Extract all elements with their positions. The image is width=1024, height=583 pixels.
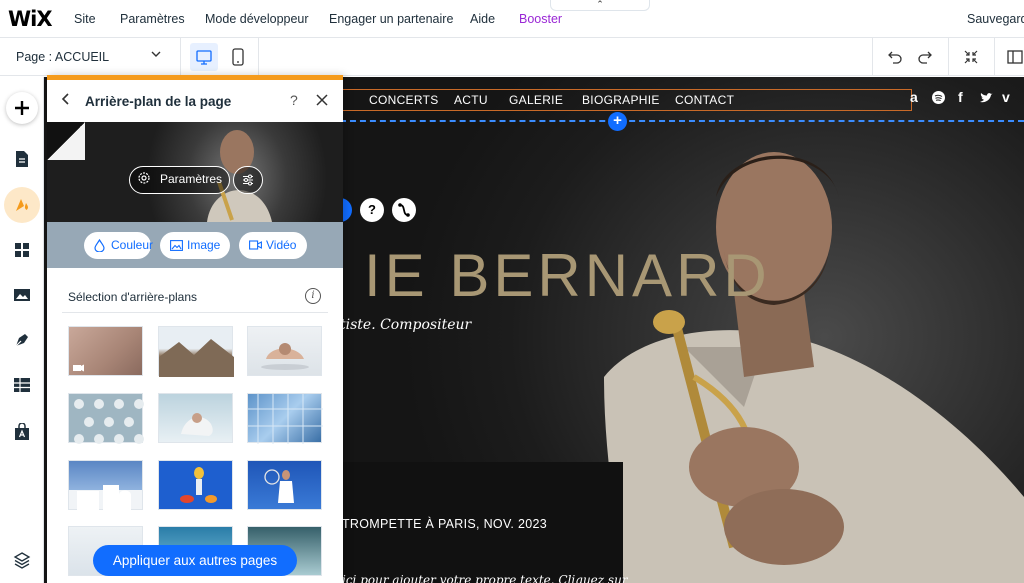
back-icon[interactable]	[59, 91, 73, 112]
apps-grid-icon	[15, 243, 29, 257]
image-button[interactable]: Image	[160, 232, 230, 259]
redo-icon[interactable]	[916, 48, 934, 71]
media-button[interactable]	[4, 277, 40, 313]
divider	[258, 38, 259, 76]
page-selector[interactable]: Page : ACCUEIL	[16, 50, 109, 64]
drop-icon	[94, 232, 105, 262]
add-section-button[interactable]: +	[608, 112, 627, 131]
editor-toolbar: Page : ACCUEIL	[0, 38, 1024, 76]
nav-actu[interactable]: ACTU	[454, 93, 488, 107]
divider	[872, 38, 873, 76]
section-selection-line	[340, 120, 1024, 122]
chevron-up-icon: ⌃	[596, 0, 604, 9]
background-thumbnail[interactable]	[68, 393, 144, 444]
video-label: Vidéo	[266, 238, 297, 252]
pages-button[interactable]	[4, 141, 40, 177]
gear-icon	[137, 171, 151, 188]
chevron-down-icon[interactable]	[150, 48, 162, 63]
table-icon	[14, 378, 30, 392]
background-thumbnail[interactable]	[247, 460, 322, 510]
background-thumbnail[interactable]	[247, 393, 323, 444]
menu-help[interactable]: Aide	[470, 12, 495, 26]
section-title: Sélection d'arrière-plans	[68, 290, 198, 304]
event-text[interactable]: TROMPETTE À PARIS, NOV. 2023	[342, 517, 547, 531]
panel-header: Arrière-plan de la page ?	[47, 80, 343, 122]
bag-icon	[15, 423, 29, 440]
layers-button[interactable]	[4, 542, 40, 578]
background-thumbnail[interactable]	[158, 393, 233, 443]
background-thumbnail[interactable]	[68, 326, 143, 376]
divider	[994, 38, 995, 76]
video-button[interactable]: Vidéo	[239, 232, 307, 259]
mobile-view-button[interactable]	[228, 43, 248, 71]
body-text[interactable]: ici pour ajouter votre propre texte. Cli…	[342, 573, 628, 583]
add-elements-button[interactable]	[6, 92, 38, 124]
vimeo-icon[interactable]: v	[1002, 89, 1010, 105]
left-tool-rail	[0, 77, 44, 583]
collapse-topbar-toggle[interactable]: ⌃	[550, 0, 650, 11]
plus-icon: +	[613, 112, 622, 129]
help-icon[interactable]: ?	[360, 198, 384, 222]
desktop-icon	[196, 50, 212, 65]
sliders-icon	[243, 174, 253, 186]
nav-biographie[interactable]: BIOGRAPHIE	[582, 93, 660, 107]
page-background-panel: Arrière-plan de la page ? Paramètres Cou…	[47, 75, 343, 583]
apply-to-other-pages-button[interactable]: Appliquer aux autres pages	[93, 545, 297, 576]
adjust-settings-button[interactable]	[233, 166, 263, 194]
nav-galerie[interactable]: GALERIE	[509, 93, 563, 107]
background-thumbnail[interactable]	[68, 460, 143, 511]
animation-icon[interactable]	[392, 198, 416, 222]
plus-icon	[15, 101, 29, 115]
desktop-view-button[interactable]	[190, 43, 218, 71]
menu-hire-partner[interactable]: Engager un partenaire	[329, 12, 453, 26]
top-menu-bar: WiX Site Paramètres Mode développeur Eng…	[0, 0, 1024, 38]
background-button[interactable]	[4, 187, 40, 223]
image-icon	[170, 232, 183, 261]
layers-icon	[13, 552, 31, 569]
pen-nib-icon	[15, 334, 28, 347]
background-icon	[16, 199, 28, 211]
cms-button[interactable]	[4, 367, 40, 403]
help-icon[interactable]: ?	[290, 92, 298, 108]
color-label: Couleur	[111, 238, 154, 252]
background-thumbnail[interactable]	[247, 326, 322, 376]
amazon-icon[interactable]: a	[910, 89, 918, 105]
hero-subtitle[interactable]: tiste. Compositeur	[340, 317, 471, 333]
menu-settings[interactable]: Paramètres	[120, 12, 185, 26]
menu-booster[interactable]: Booster	[519, 12, 562, 26]
divider	[180, 38, 181, 76]
apps-button[interactable]	[4, 232, 40, 268]
undo-icon[interactable]	[886, 48, 904, 71]
save-button[interactable]: Sauvegard	[967, 12, 1024, 26]
background-thumbnail[interactable]	[158, 326, 234, 377]
video-camera-icon	[249, 232, 262, 260]
image-icon	[14, 289, 30, 301]
image-label: Image	[187, 238, 221, 252]
menu-site[interactable]: Site	[74, 12, 96, 26]
divider	[948, 38, 949, 76]
app-market-button[interactable]	[4, 414, 40, 450]
preview-page-corner	[47, 122, 85, 160]
divider	[62, 312, 328, 313]
nav-concerts[interactable]: CONCERTS	[369, 93, 439, 107]
site-navigation: CONCERTS ACTU GALERIE BIOGRAPHIE CONTACT	[340, 89, 912, 111]
design-button[interactable]	[4, 322, 40, 358]
twitter-icon[interactable]	[979, 91, 993, 107]
close-icon[interactable]	[315, 90, 329, 112]
info-icon[interactable]: i	[305, 288, 321, 304]
menu-dev-mode[interactable]: Mode développeur	[205, 12, 309, 26]
nav-contact[interactable]: CONTACT	[675, 93, 734, 107]
panel-title: Arrière-plan de la page	[85, 94, 232, 109]
panel-layout-icon[interactable]	[1006, 48, 1024, 71]
color-button[interactable]: Couleur	[84, 232, 154, 262]
zoom-out-icon[interactable]	[962, 48, 980, 71]
page-icon	[16, 151, 28, 167]
mobile-icon	[232, 48, 244, 66]
spotify-icon[interactable]	[932, 91, 945, 107]
background-thumbnail[interactable]	[158, 460, 233, 510]
hero-title[interactable]: IE BERNARD	[364, 241, 771, 310]
wix-logo[interactable]: WiX	[8, 7, 53, 31]
facebook-icon[interactable]: f	[958, 89, 963, 105]
